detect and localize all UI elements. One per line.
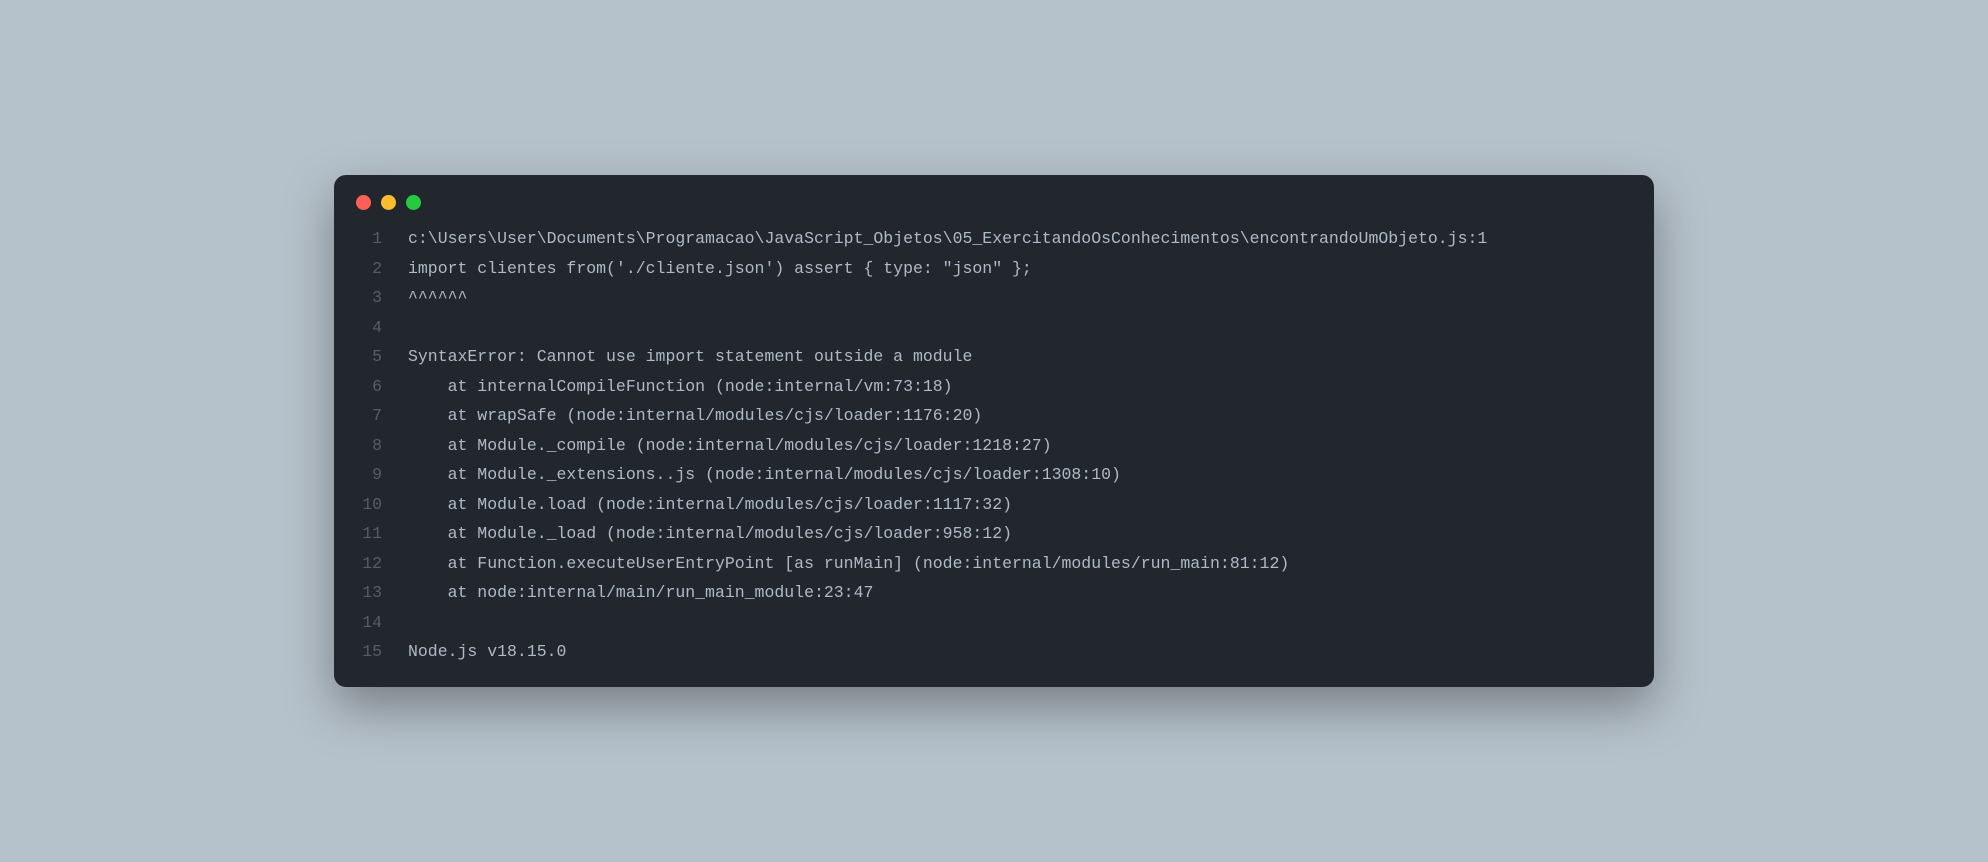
line-number: 6 xyxy=(334,372,382,402)
line-number: 10 xyxy=(334,490,382,520)
close-icon[interactable] xyxy=(356,195,371,210)
line-number: 7 xyxy=(334,401,382,431)
code-line: at Function.executeUserEntryPoint [as ru… xyxy=(408,549,1632,579)
line-number: 12 xyxy=(334,549,382,579)
window-titlebar xyxy=(334,175,1654,224)
line-number: 13 xyxy=(334,578,382,608)
code-line: at Module.load (node:internal/modules/cj… xyxy=(408,490,1632,520)
code-line: at internalCompileFunction (node:interna… xyxy=(408,372,1632,402)
line-number: 5 xyxy=(334,342,382,372)
line-number: 15 xyxy=(334,637,382,667)
code-line: at Module._compile (node:internal/module… xyxy=(408,431,1632,461)
line-number: 14 xyxy=(334,608,382,638)
code-area: 123456789101112131415 c:\Users\User\Docu… xyxy=(334,224,1654,667)
code-line: Node.js v18.15.0 xyxy=(408,637,1632,667)
line-number-gutter: 123456789101112131415 xyxy=(334,224,386,667)
code-line: c:\Users\User\Documents\Programacao\Java… xyxy=(408,224,1632,254)
maximize-icon[interactable] xyxy=(406,195,421,210)
code-line xyxy=(408,608,1632,638)
line-number: 11 xyxy=(334,519,382,549)
terminal-window: 123456789101112131415 c:\Users\User\Docu… xyxy=(334,175,1654,687)
line-number: 4 xyxy=(334,313,382,343)
line-number: 1 xyxy=(334,224,382,254)
code-line: at Module._load (node:internal/modules/c… xyxy=(408,519,1632,549)
code-line: at wrapSafe (node:internal/modules/cjs/l… xyxy=(408,401,1632,431)
line-number: 8 xyxy=(334,431,382,461)
code-line: import clientes from('./cliente.json') a… xyxy=(408,254,1632,284)
line-number: 3 xyxy=(334,283,382,313)
minimize-icon[interactable] xyxy=(381,195,396,210)
code-line: at node:internal/main/run_main_module:23… xyxy=(408,578,1632,608)
code-line: at Module._extensions..js (node:internal… xyxy=(408,460,1632,490)
code-line xyxy=(408,313,1632,343)
code-content: c:\Users\User\Documents\Programacao\Java… xyxy=(386,224,1632,667)
code-line: ^^^^^^ xyxy=(408,283,1632,313)
line-number: 9 xyxy=(334,460,382,490)
code-line: SyntaxError: Cannot use import statement… xyxy=(408,342,1632,372)
line-number: 2 xyxy=(334,254,382,284)
